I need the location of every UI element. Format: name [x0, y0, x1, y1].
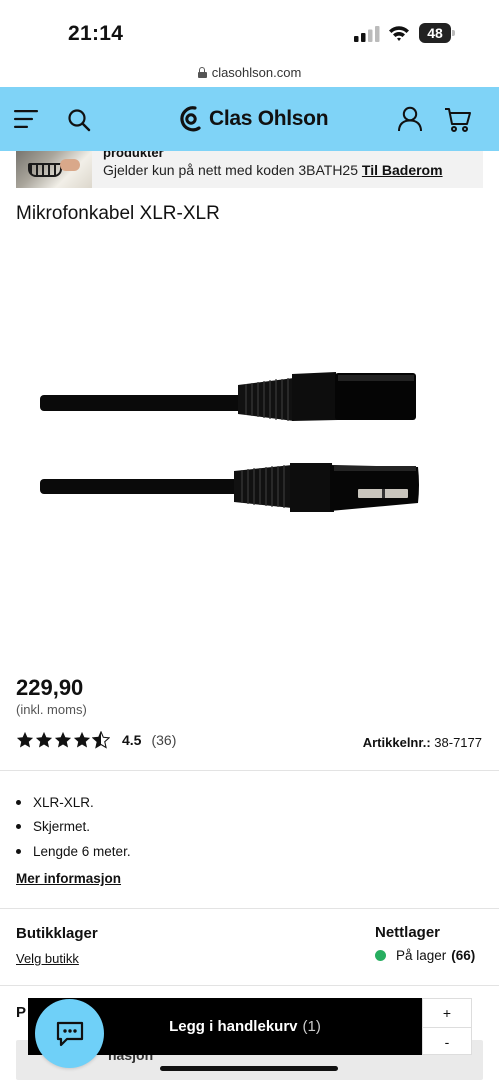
promo-text: Gjelder kun på nett med koden 3BATH25 Ti…	[103, 162, 443, 178]
product-features: XLR-XLR. Skjermet. Lengde 6 meter.	[16, 790, 131, 864]
cart-icon[interactable]	[444, 107, 472, 133]
status-time: 21:14	[68, 22, 124, 45]
lock-icon	[197, 66, 207, 78]
promo-image	[16, 151, 92, 188]
in-stock-indicator	[375, 950, 386, 961]
url-text: clasohlson.com	[211, 64, 302, 80]
product-rating[interactable]: 4.5 (36)	[16, 731, 176, 749]
choose-store-link[interactable]: Velg butikk	[16, 951, 79, 966]
status-bar: 21:14 48	[0, 0, 499, 58]
logo-text: Clas Ohlson	[209, 107, 329, 130]
divider	[0, 908, 499, 909]
battery-level: 48	[419, 23, 451, 43]
online-stock-title: Nettlager	[375, 924, 441, 941]
article-number: Artikkelnr.: 38-7177	[363, 735, 482, 750]
site-header: Clas Ohlson	[0, 87, 499, 151]
section-heading-partial: P	[16, 1004, 27, 1021]
menu-icon[interactable]	[14, 109, 38, 129]
online-stock-count: (66)	[451, 948, 476, 963]
star-full-icon	[35, 731, 53, 748]
cellular-signal-icon	[354, 26, 380, 42]
logo-mark-icon	[180, 106, 201, 132]
promo-title: produkter	[103, 151, 164, 160]
promo-description: Gjelder kun på nett med koden 3BATH25	[103, 162, 359, 178]
wifi-icon	[389, 26, 409, 41]
star-full-icon	[54, 731, 72, 748]
product-title: Mikrofonkabel XLR-XLR	[16, 203, 220, 224]
online-stock-label: På lager	[396, 948, 447, 963]
star-full-icon	[73, 731, 91, 748]
divider	[0, 770, 499, 771]
clas-ohlson-logo[interactable]: Clas Ohlson	[179, 104, 329, 134]
article-number-value: 38-7177	[434, 735, 482, 750]
add-to-cart-label: Legg i handlekurv	[169, 1018, 298, 1035]
chat-button[interactable]	[35, 999, 104, 1068]
product-price: 229,90	[16, 675, 84, 700]
rating-stars	[16, 731, 110, 749]
battery-icon: 48	[419, 23, 455, 43]
rating-count: (36)	[151, 732, 177, 748]
home-indicator	[160, 1066, 338, 1071]
quantity-decrease-button[interactable]: -	[423, 1027, 471, 1055]
product-image[interactable]	[0, 245, 499, 665]
article-number-label: Artikkelnr.:	[362, 735, 431, 750]
price-vat-note: (inkl. moms)	[16, 702, 87, 717]
more-info-link[interactable]: Mer informasjon	[16, 871, 121, 886]
url-bar[interactable]: clasohlson.com	[0, 58, 499, 86]
feature-item: XLR-XLR.	[16, 790, 131, 815]
search-icon[interactable]	[67, 108, 91, 132]
promo-link[interactable]: Til Baderom	[362, 162, 443, 178]
promo-banner[interactable]: produkter Gjelder kun på nett med koden …	[16, 151, 483, 188]
add-to-cart-count: (1)	[302, 1018, 321, 1035]
feature-item: Skjermet.	[16, 815, 131, 840]
quantity-stepper[interactable]: + -	[422, 998, 472, 1055]
account-icon[interactable]	[397, 106, 423, 132]
store-stock-title: Butikklager	[16, 925, 98, 942]
quantity-increase-button[interactable]: +	[423, 999, 471, 1027]
divider	[0, 985, 499, 986]
online-stock-status: På lager (66)	[375, 948, 475, 963]
chat-icon	[56, 1021, 83, 1046]
feature-item: Lengde 6 meter.	[16, 839, 131, 864]
rating-value: 4.5	[122, 732, 142, 748]
star-full-icon	[16, 731, 34, 748]
star-half-icon	[92, 731, 110, 749]
